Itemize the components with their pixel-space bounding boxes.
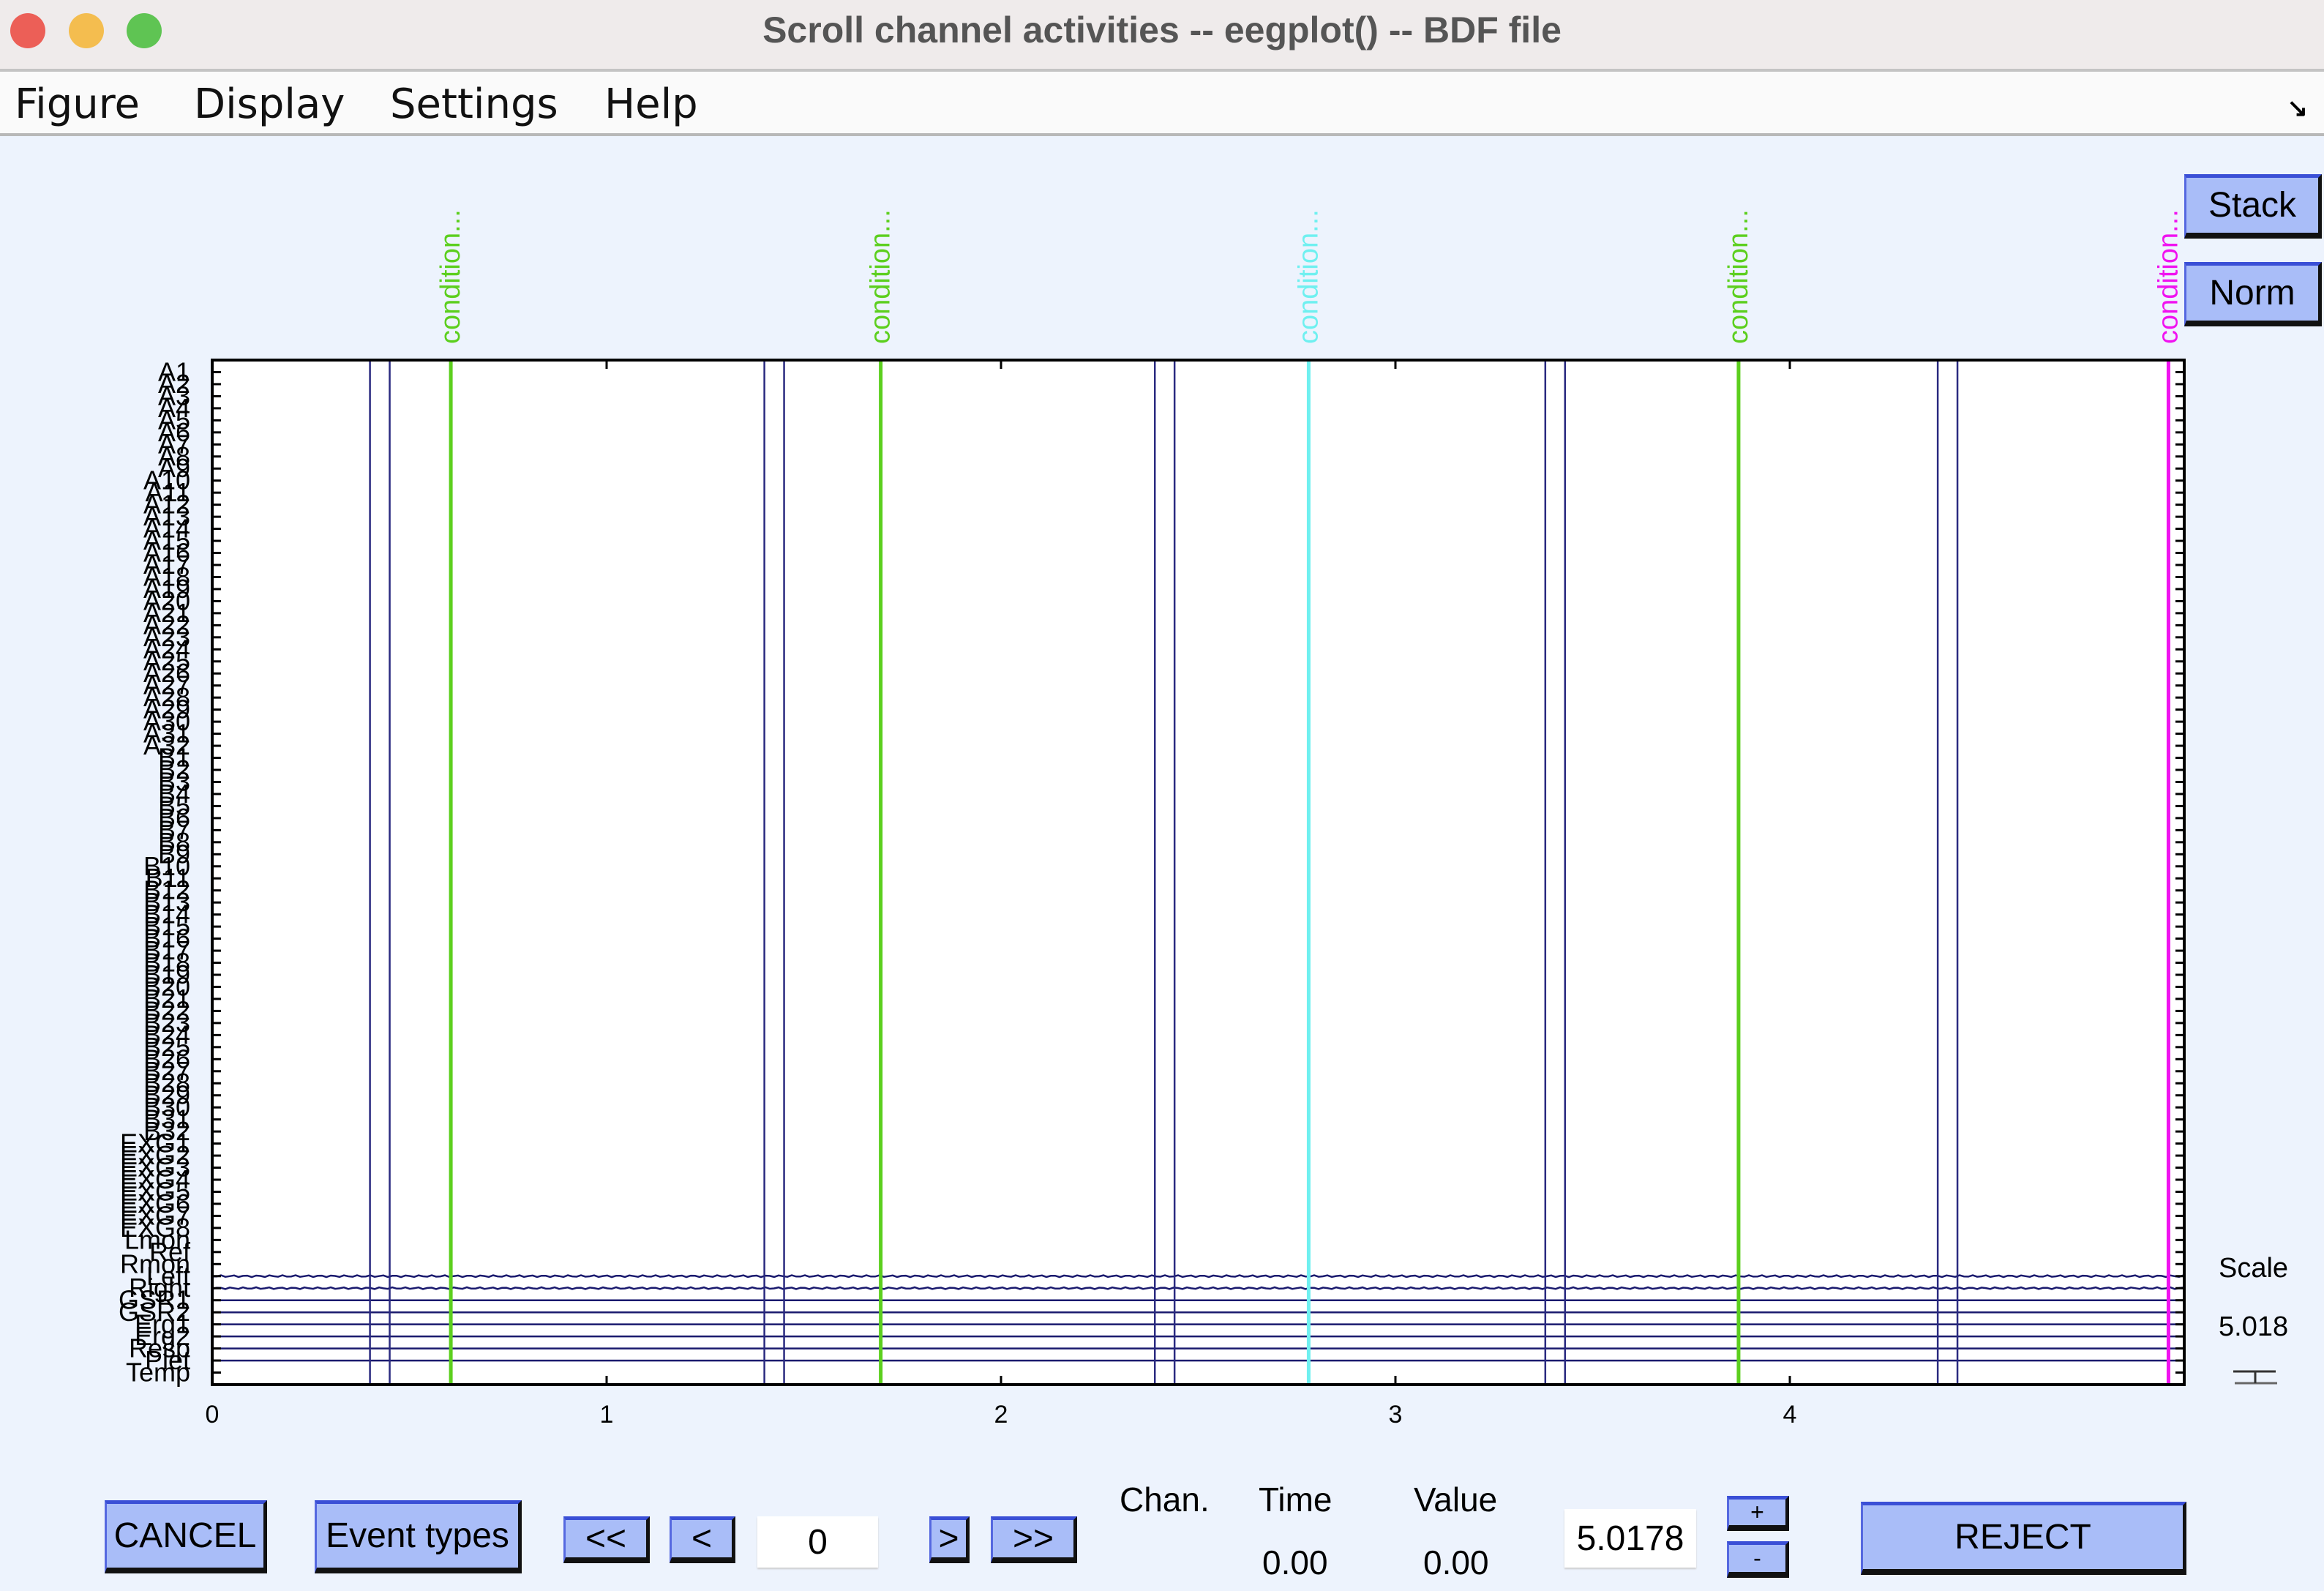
stack-button[interactable]: Stack — [2184, 174, 2322, 239]
event-label: condition... — [1293, 209, 1324, 344]
event-label: condition... — [1723, 209, 1754, 344]
scale-value: 5.018 — [2219, 1311, 2289, 1342]
event-types-button[interactable]: Event types — [315, 1500, 522, 1573]
norm-button[interactable]: Norm — [2184, 262, 2322, 326]
cancel-button[interactable]: CANCEL — [105, 1500, 267, 1573]
eeg-plot[interactable]: condition... condition... condition... cond… — [0, 0, 2324, 1591]
x-tick-label: 0 — [206, 1401, 220, 1429]
time-label: Time — [1259, 1480, 1332, 1519]
value-readout: 0.00 — [1423, 1543, 1489, 1581]
scroll-next-button[interactable]: > — [929, 1516, 970, 1563]
scroll-first-button[interactable]: << — [563, 1516, 650, 1563]
x-tick-label: 4 — [1783, 1401, 1797, 1429]
scroll-last-button[interactable]: >> — [991, 1516, 1077, 1563]
event-label: condition... — [435, 209, 466, 344]
time-readout: 0.00 — [1262, 1543, 1328, 1581]
x-tick-label: 2 — [994, 1401, 1008, 1429]
trace-right — [211, 1286, 2184, 1290]
chan-label: Chan. — [1120, 1480, 1210, 1519]
plot-area — [212, 360, 2184, 1385]
scale-increase-button[interactable]: + — [1727, 1496, 1789, 1531]
x-tick-label: 1 — [600, 1401, 614, 1429]
scroll-prev-button[interactable]: < — [670, 1516, 735, 1563]
value-label: Value — [1414, 1480, 1498, 1519]
scale-decrease-button[interactable]: - — [1727, 1541, 1789, 1578]
scale-input[interactable]: 5.0178 — [1564, 1509, 1696, 1568]
reject-button[interactable]: REJECT — [1861, 1502, 2186, 1575]
x-tick-label: 3 — [1389, 1401, 1403, 1429]
event-label: condition... — [866, 209, 896, 344]
scale-label: Scale — [2219, 1253, 2289, 1284]
event-label: condition... — [2153, 209, 2184, 344]
position-input[interactable]: 0 — [757, 1516, 878, 1568]
channel-label: Temp — [126, 1358, 190, 1388]
